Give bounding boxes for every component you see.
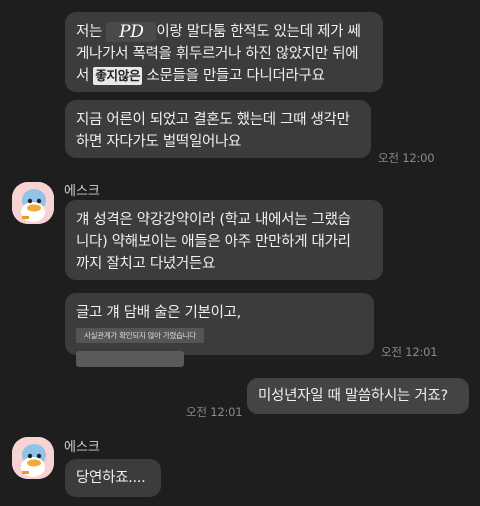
duck-avatar-icon [12, 182, 54, 224]
message-bubble: 글고 걔 담배 술은 기본이고, 사실관계가 확인되지 않아 가렸습니다 [65, 293, 374, 367]
message-line: 미성년자일 때 말씀하시는 거죠? [258, 388, 448, 404]
message-text: 저는 [76, 24, 107, 40]
message-line: 서 좋지않은 소문들을 만들고 다니더라구요 [76, 65, 372, 87]
message-text: 서 [76, 68, 94, 84]
sender-name: 에스크 [64, 184, 100, 199]
my-message-bubble: 미성년자일 때 말씀하시는 거죠? [247, 378, 469, 414]
message-bubble: 당연하죠.... [65, 459, 161, 497]
message-line [76, 346, 363, 368]
message-bubble: 지금 어른이 되었고 결혼도 했는데 그때 생각만 하면 자다가도 벌떡일어나요 [65, 100, 371, 158]
redaction-note: 사실관계가 확인되지 않아 가렸습니다 [76, 327, 204, 343]
message-bubble: 저는 PD 이랑 말다툼 한적도 있는데 제가 쎄 게나가서 폭력을 휘두르거나 … [65, 12, 383, 92]
message-line: 저는 PD 이랑 말다툼 한적도 있는데 제가 쎄 [76, 21, 372, 43]
avatar[interactable] [12, 437, 54, 479]
message-text: 소문들을 만들고 다니더라구요 [142, 68, 325, 84]
message-timestamp: 오전 12:01 [381, 345, 438, 359]
sender-name: 에스크 [64, 440, 100, 455]
blurred-text [76, 350, 184, 367]
duck-avatar-icon [12, 437, 54, 479]
masked-name: PD [106, 22, 157, 42]
message-timestamp: 오전 12:00 [378, 151, 435, 165]
message-text: 이랑 말다툼 한적도 있는데 제가 쎄 [156, 24, 361, 40]
message-line: 게나가서 폭력을 휘두르거나 하진 않았지만 뒤에 [76, 46, 359, 62]
message-line: 하면 자다가도 벌떡일어나요 [76, 134, 242, 150]
message-line: 글고 걔 담배 술은 기본이고, 사실관계가 확인되지 않아 가렸습니다 [76, 302, 363, 346]
avatar[interactable] [12, 182, 54, 224]
message-line: 니다) 약해보이는 애들은 아주 만만하게 대가리 [76, 234, 351, 250]
message-line: 지금 어른이 되었고 결혼도 했는데 그때 생각만 [76, 112, 350, 128]
message-bubble: 걔 성격은 약강강약이라 (학교 내에서는 그랬습 니다) 약해보이는 애들은 … [65, 200, 383, 280]
message-line: 까지 잘치고 다녔거든요 [76, 256, 216, 272]
stamp-label: 좋지않은 [93, 67, 143, 85]
message-text: 글고 걔 담배 술은 기본이고, [76, 305, 241, 321]
message-line: 걔 성격은 약강강약이라 (학교 내에서는 그랬습 [76, 212, 351, 228]
message-line: 당연하죠.... [76, 470, 146, 486]
message-timestamp: 오전 12:01 [186, 405, 243, 419]
